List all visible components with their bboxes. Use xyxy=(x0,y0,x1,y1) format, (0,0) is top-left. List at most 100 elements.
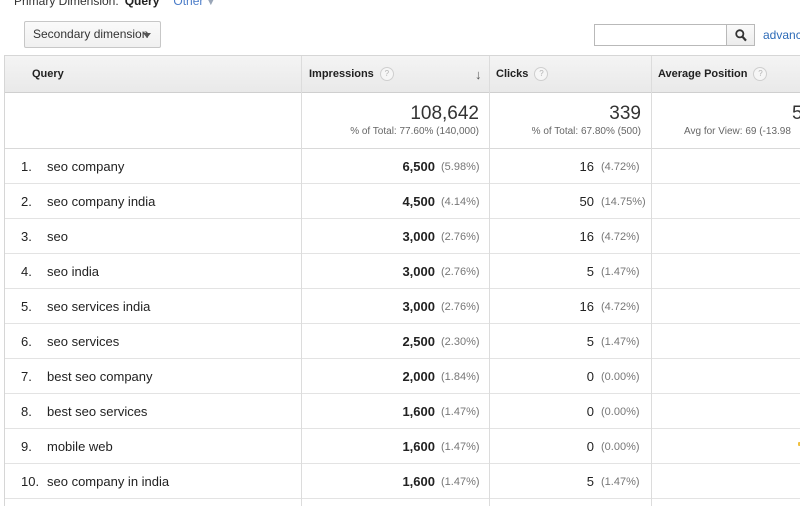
row-index: 7. xyxy=(21,369,32,384)
impressions-value: 3,000 xyxy=(402,264,435,279)
search-button[interactable] xyxy=(727,24,755,46)
query-link[interactable]: seo company xyxy=(47,159,124,174)
impressions-value: 6,500 xyxy=(402,159,435,174)
clicks-percent: (4.72%) xyxy=(601,161,640,173)
impressions-percent: (2.76%) xyxy=(441,301,480,313)
header-average-position-label: Average Position xyxy=(658,68,748,80)
clicks-value: 0 xyxy=(586,369,594,384)
help-icon[interactable]: ? xyxy=(753,67,768,82)
header-query-label: Query xyxy=(32,68,64,80)
header-query[interactable]: Query xyxy=(32,56,64,93)
impressions-value: 4,500 xyxy=(402,194,435,209)
advanced-search-link[interactable]: advanc xyxy=(763,28,800,42)
clicks-percent: (14.75%) xyxy=(601,196,646,208)
impressions-percent: (2.76%) xyxy=(441,266,480,278)
impressions-value: 3,000 xyxy=(402,299,435,314)
primary-dimension-bar: Primary Dimension: Query Other ▼ xyxy=(0,0,800,14)
clicks-percent: (1.47%) xyxy=(601,476,640,488)
table-row: 4. seo india 3,000 (2.76%) 5 (1.47%) xyxy=(5,254,800,289)
average-position-view-average: Avg for View: 69 (-13.98 xyxy=(684,126,791,137)
clicks-value: 5 xyxy=(586,334,594,349)
dropdown-arrow-icon xyxy=(143,33,151,38)
impressions-percent: (1.47%) xyxy=(441,441,480,453)
header-clicks-label: Clicks xyxy=(496,68,529,80)
impressions-percent: (4.14%) xyxy=(441,196,480,208)
table-header: Query Impressions? ↓ Clicks? Average Pos… xyxy=(5,56,800,93)
secondary-dimension-label: Secondary dimension xyxy=(33,27,149,41)
clicks-percent: (1.47%) xyxy=(601,336,640,348)
header-clicks[interactable]: Clicks? xyxy=(496,56,549,93)
column-divider xyxy=(301,56,302,506)
total-impressions-percent: % of Total: 77.60% (140,000) xyxy=(350,126,479,137)
help-icon[interactable]: ? xyxy=(534,67,549,82)
impressions-value: 2,500 xyxy=(402,334,435,349)
primary-dimension-query[interactable]: Query xyxy=(125,0,160,8)
totals-row: 108,642 % of Total: 77.60% (140,000) 339… xyxy=(5,93,800,149)
row-index: 3. xyxy=(21,229,32,244)
table-row: 9. mobile web 1,600 (1.47%) 0 (0.00%) xyxy=(5,429,800,464)
row-index: 8. xyxy=(21,404,32,419)
query-link[interactable]: seo xyxy=(47,229,68,244)
clicks-percent: (0.00%) xyxy=(601,406,640,418)
sort-descending-icon[interactable]: ↓ xyxy=(475,56,482,93)
query-table: Query Impressions? ↓ Clicks? Average Pos… xyxy=(4,55,800,506)
impressions-percent: (2.76%) xyxy=(441,231,480,243)
impressions-value: 3,000 xyxy=(402,229,435,244)
table-row: 7. best seo company 2,000 (1.84%) 0 (0.00%) xyxy=(5,359,800,394)
query-link[interactable]: seo services xyxy=(47,334,119,349)
clicks-value: 16 xyxy=(579,159,594,174)
impressions-percent: (2.30%) xyxy=(441,336,480,348)
chevron-down-icon: ▼ xyxy=(206,0,216,7)
primary-dimension-label: Primary Dimension: xyxy=(14,0,119,8)
help-icon[interactable]: ? xyxy=(379,67,394,82)
impressions-value: 1,600 xyxy=(402,439,435,454)
query-link[interactable]: mobile web xyxy=(47,439,113,454)
query-link[interactable]: best seo services xyxy=(47,404,147,419)
clicks-value: 0 xyxy=(586,404,594,419)
clicks-value: 5 xyxy=(586,264,594,279)
column-divider xyxy=(489,56,490,506)
impressions-value: 1,600 xyxy=(402,404,435,419)
total-impressions: 108,642 xyxy=(410,103,479,124)
header-impressions-label: Impressions xyxy=(309,68,374,80)
row-index: 2. xyxy=(21,194,32,209)
table-row: 8. best seo services 1,600 (1.47%) 0 (0.00%) xyxy=(5,394,800,429)
column-divider xyxy=(651,56,652,506)
clicks-percent: (1.47%) xyxy=(601,266,640,278)
primary-dimension-other-link[interactable]: Other xyxy=(173,0,203,8)
clicks-value: 16 xyxy=(579,299,594,314)
clicks-value: 50 xyxy=(579,194,594,209)
row-index: 4. xyxy=(21,264,32,279)
table-row: 1. seo company 6,500 (5.98%) 16 (4.72%) xyxy=(5,149,800,184)
header-average-position[interactable]: Average Position? xyxy=(658,56,768,93)
header-impressions[interactable]: Impressions? xyxy=(309,56,394,93)
query-link[interactable]: seo india xyxy=(47,264,99,279)
secondary-dimension-dropdown[interactable]: Secondary dimension xyxy=(24,21,161,48)
query-link[interactable]: seo company in india xyxy=(47,474,169,489)
impressions-percent: (1.47%) xyxy=(441,476,480,488)
total-average-position: 5 xyxy=(792,103,800,124)
impressions-percent: (1.84%) xyxy=(441,371,480,383)
total-clicks-percent: % of Total: 67.80% (500) xyxy=(531,126,641,137)
table-row: 3. seo 3,000 (2.76%) 16 (4.72%) xyxy=(5,219,800,254)
clicks-value: 0 xyxy=(586,439,594,454)
impressions-value: 1,600 xyxy=(402,474,435,489)
query-link[interactable]: best seo company xyxy=(47,369,153,384)
impressions-value: 2,000 xyxy=(402,369,435,384)
table-search-input[interactable] xyxy=(594,24,727,46)
table-row: 5. seo services india 3,000 (2.76%) 16 (4.72%… xyxy=(5,289,800,324)
clicks-percent: (0.00%) xyxy=(601,371,640,383)
clicks-value: 16 xyxy=(579,229,594,244)
search-icon xyxy=(735,29,747,42)
clicks-percent: (4.72%) xyxy=(601,301,640,313)
impressions-percent: (5.98%) xyxy=(441,161,480,173)
row-index: 6. xyxy=(21,334,32,349)
table-row: 6. seo services 2,500 (2.30%) 5 (1.47%) xyxy=(5,324,800,359)
clicks-value: 5 xyxy=(586,474,594,489)
clicks-percent: (0.00%) xyxy=(601,441,640,453)
total-clicks: 339 xyxy=(609,103,641,124)
query-link[interactable]: seo services india xyxy=(47,299,150,314)
query-link[interactable]: seo company india xyxy=(47,194,155,209)
row-index: 5. xyxy=(21,299,32,314)
clicks-percent: (4.72%) xyxy=(601,231,640,243)
